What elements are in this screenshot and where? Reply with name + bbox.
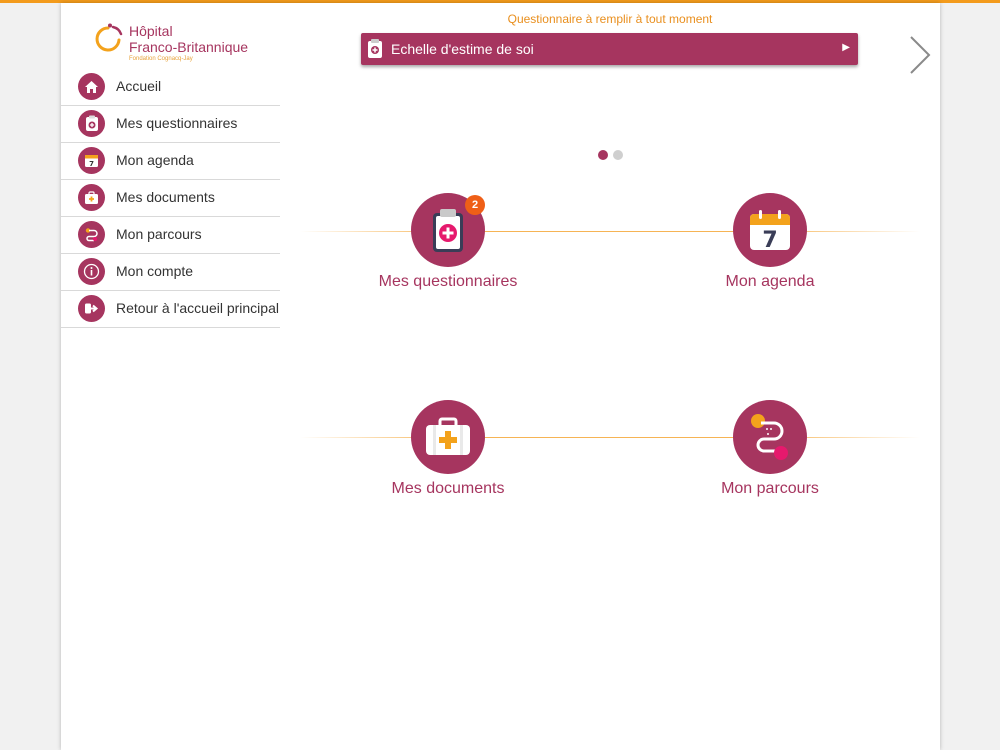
sidebar-item-retour[interactable]: Retour à l'accueil principal bbox=[61, 291, 280, 328]
tile-mon-parcours[interactable]: Mon parcours bbox=[680, 400, 860, 510]
exit-icon bbox=[78, 295, 105, 322]
tile-label: Mon agenda bbox=[725, 273, 815, 290]
tile-mon-agenda[interactable]: 7 Mon agenda bbox=[680, 193, 860, 303]
quiz-banner-caption: Questionnaire à remplir à tout moment bbox=[507, 12, 713, 26]
logo-subtitle: Fondation Cognacq-Jay bbox=[129, 56, 193, 62]
clipboard-icon bbox=[78, 110, 105, 137]
path-icon bbox=[78, 221, 105, 248]
medical-case-icon bbox=[426, 417, 470, 455]
tile-icon-circle: 7 bbox=[733, 193, 807, 267]
sidebar-item-label: Mes documents bbox=[116, 189, 215, 205]
calendar-icon: 7 bbox=[750, 210, 790, 252]
hospital-logo[interactable]: Hôpital Franco-Britannique Fondation Cog… bbox=[94, 21, 274, 65]
quiz-banner-label: Echelle d'estime de soi bbox=[391, 41, 534, 57]
tile-mes-documents[interactable]: Mes documents bbox=[358, 400, 538, 510]
sidebar-item-label: Mon parcours bbox=[116, 226, 202, 242]
path-icon bbox=[751, 414, 788, 460]
tile-label: Mes questionnaires bbox=[378, 273, 518, 290]
clipboard-icon bbox=[433, 209, 463, 252]
calendar-icon: 7 bbox=[78, 147, 105, 174]
pagination-dot-active[interactable] bbox=[598, 150, 608, 160]
pagination-dot[interactable] bbox=[613, 150, 623, 160]
quiz-banner-button[interactable]: Echelle d'estime de soi ▶ bbox=[361, 33, 858, 65]
tile-label: Mes documents bbox=[391, 480, 505, 497]
tile-icon-circle bbox=[411, 400, 485, 474]
play-icon: ▶ bbox=[842, 42, 850, 53]
sidebar-item-label: Retour à l'accueil principal bbox=[116, 300, 279, 316]
sidebar-item-parcours[interactable]: Mon parcours bbox=[61, 217, 280, 254]
sidebar-item-label: Mes questionnaires bbox=[116, 115, 238, 131]
sidebar-item-accueil[interactable]: Accueil bbox=[61, 69, 280, 106]
sidebar-item-questionnaires[interactable]: Mes questionnaires bbox=[61, 106, 280, 143]
tile-label: Mon parcours bbox=[721, 480, 819, 497]
logo-title-line1: Hôpital bbox=[129, 23, 173, 39]
chevron-right-icon[interactable] bbox=[905, 33, 935, 77]
home-icon bbox=[78, 73, 105, 100]
notification-badge: 2 bbox=[465, 195, 485, 215]
sidebar: Hôpital Franco-Britannique Fondation Cog… bbox=[61, 3, 280, 750]
sidebar-item-agenda[interactable]: 7 Mon agenda bbox=[61, 143, 280, 180]
svg-text:7: 7 bbox=[89, 160, 94, 168]
tile-mes-questionnaires[interactable]: 2 Mes questionnaires bbox=[358, 193, 538, 303]
logo-mark-icon bbox=[95, 23, 123, 52]
sidebar-item-label: Mon compte bbox=[116, 263, 194, 279]
app-window: Hôpital Franco-Britannique Fondation Cog… bbox=[61, 3, 940, 750]
main-content: Questionnaire à remplir à tout moment Ec… bbox=[280, 3, 940, 750]
sidebar-menu: Accueil Mes questionnaires 7 Mon agenda … bbox=[61, 69, 280, 328]
info-icon bbox=[78, 258, 105, 285]
clipboard-icon bbox=[367, 38, 383, 64]
sidebar-item-label: Mon agenda bbox=[116, 152, 194, 168]
carousel-pagination bbox=[598, 150, 623, 160]
sidebar-item-label: Accueil bbox=[116, 78, 162, 94]
calendar-day: 7 bbox=[762, 228, 777, 252]
tile-icon-circle bbox=[733, 400, 807, 474]
medical-case-icon bbox=[78, 184, 105, 211]
logo-title-line2: Franco-Britannique bbox=[129, 39, 249, 55]
sidebar-item-compte[interactable]: Mon compte bbox=[61, 254, 280, 291]
sidebar-item-documents[interactable]: Mes documents bbox=[61, 180, 280, 217]
